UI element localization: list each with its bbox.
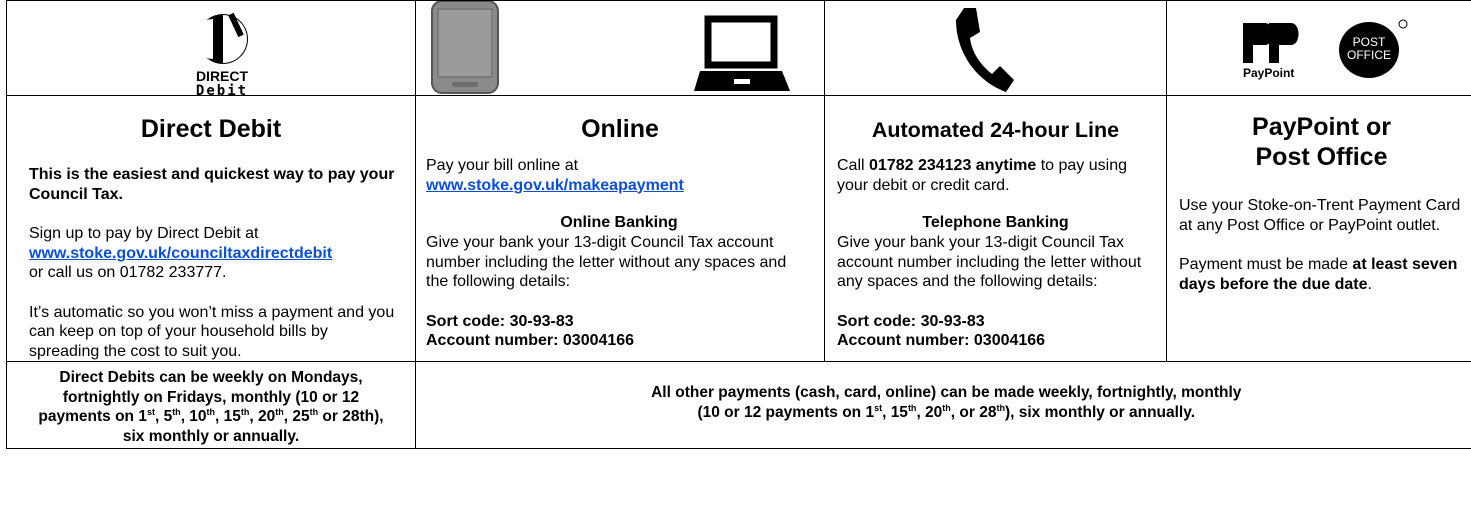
paypoint-section: PayPoint or Post Office Use your Stoke-o…	[1166, 95, 1471, 362]
telephone-banking-heading: Telephone Banking	[922, 214, 1069, 231]
svg-text:DIRECT: DIRECT	[196, 68, 249, 84]
online-section: Online Pay your bill online at www.stoke…	[415, 95, 825, 362]
telephone-banking-text: Give your bank your 13-digit Council Tax…	[837, 234, 1142, 290]
online-banking-text: Give your bank your 13-digit Council Tax…	[426, 234, 787, 290]
svg-text:Debit: Debit	[196, 83, 248, 95]
automated-line-section: Automated 24-hour Line Call 01782 234123…	[824, 95, 1167, 362]
paypoint-card-text: Use your Stoke-on-Trent Payment Card at …	[1179, 197, 1461, 234]
telephone-icon-cell	[824, 0, 1167, 96]
telephone-sort-code: Sort code: 30-93-83	[837, 312, 985, 330]
telephone-handset-icon	[956, 8, 1014, 92]
mobile-phone-icon	[431, 1, 499, 94]
direct-debit-link[interactable]: www.stoke.gov.uk/counciltaxdirectdebit	[29, 245, 332, 262]
online-account-number: Account number: 03004166	[426, 332, 635, 349]
online-pay-text: Pay your bill online at	[426, 157, 579, 174]
svg-text:POST: POST	[1353, 35, 1386, 49]
paypoint-heading: PayPoint or Post Office	[1252, 113, 1391, 171]
paypoint-deadline-text: Payment must be made at least seven days…	[1179, 256, 1458, 293]
online-icon-cell	[415, 0, 825, 96]
direct-debit-schedule: Direct Debits can be weekly on Mondays, …	[6, 361, 416, 449]
online-banking-heading: Online Banking	[560, 214, 678, 231]
post-office-logo-icon: POST OFFICE	[1339, 19, 1408, 78]
direct-debit-auto-text: It’s automatic so you won’t miss a payme…	[29, 303, 395, 360]
other-payments-schedule: All other payments (cash, card, online) …	[415, 361, 1471, 449]
direct-debit-intro: This is the easiest and quickest way to …	[29, 166, 395, 203]
paypoint-icon-cell: PayPoint POST OFFICE	[1166, 0, 1471, 96]
automated-call-text: Call 01782 234123 anytime to pay using y…	[837, 157, 1127, 194]
svg-text:OFFICE: OFFICE	[1347, 48, 1391, 62]
automated-line-heading: Automated 24-hour Line	[871, 118, 1120, 142]
paypoint-logo-icon: PayPoint	[1243, 23, 1299, 80]
online-heading: Online	[581, 115, 659, 143]
telephone-account-number: Account number: 03004166	[837, 332, 1046, 349]
direct-debit-signup: Sign up to pay by Direct Debit at www.st…	[29, 225, 333, 281]
svg-text:PayPoint: PayPoint	[1243, 66, 1294, 80]
payment-methods-table: DIRECT Debit PayPoint POST OFFICE Direct…	[6, 0, 1471, 449]
laptop-icon	[694, 15, 790, 91]
online-sort-code: Sort code: 30-93-83	[426, 312, 574, 330]
direct-debit-icon-cell: DIRECT Debit	[6, 0, 416, 96]
online-pay-link[interactable]: www.stoke.gov.uk/makeapayment	[426, 177, 684, 194]
direct-debit-heading: Direct Debit	[140, 115, 282, 143]
direct-debit-section: Direct Debit This is the easiest and qui…	[6, 95, 416, 362]
direct-debit-logo-icon: DIRECT Debit	[193, 12, 249, 95]
